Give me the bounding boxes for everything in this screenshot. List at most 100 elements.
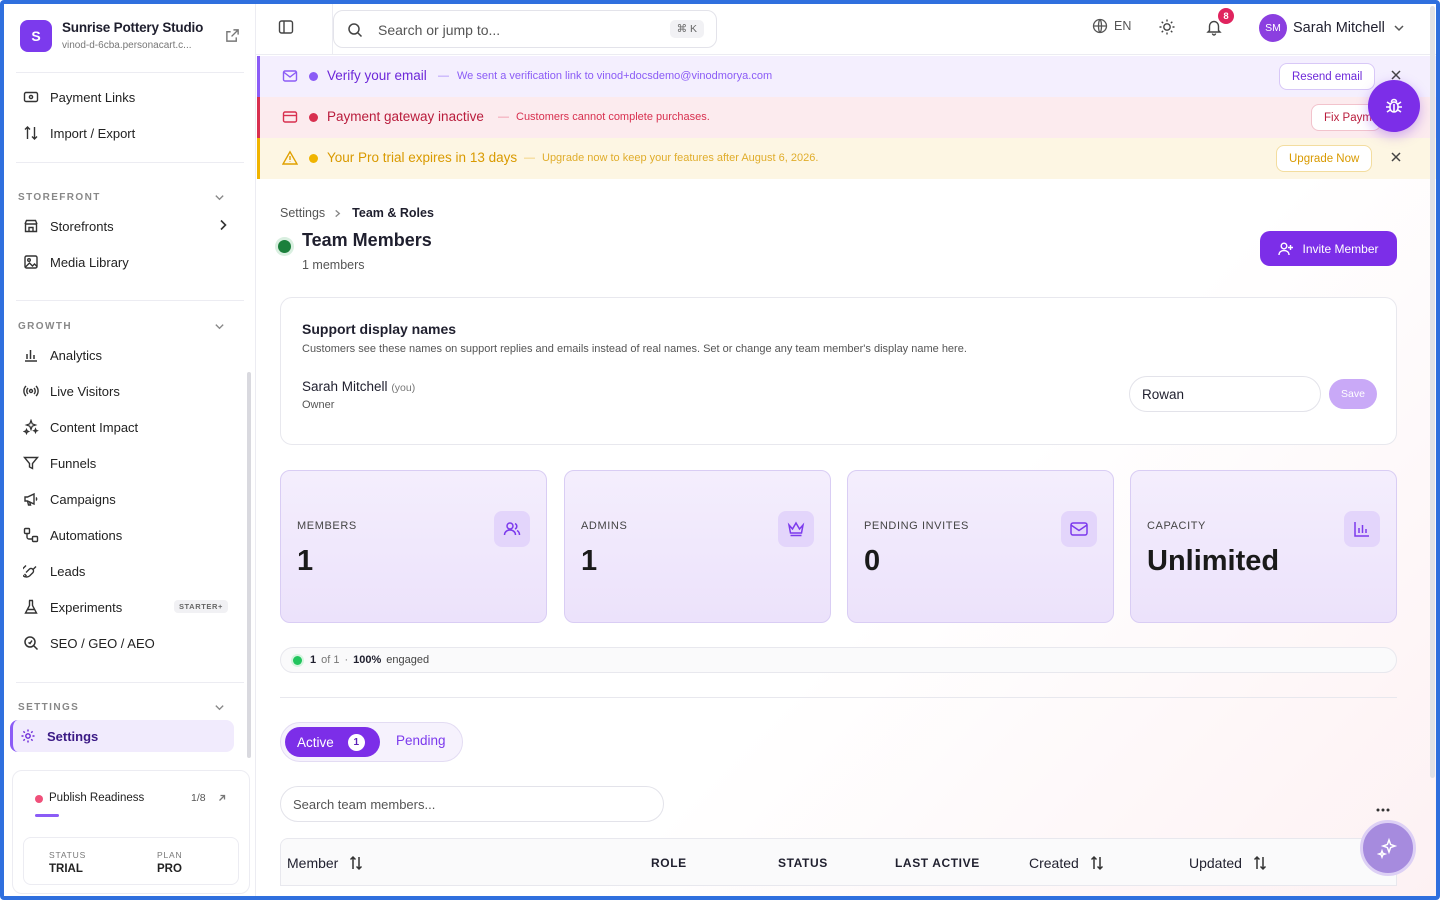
payment-link-icon bbox=[22, 88, 40, 106]
section-label-growth: GROWTH bbox=[18, 321, 72, 332]
column-role[interactable]: ROLE bbox=[651, 856, 687, 870]
publish-title: Publish Readiness bbox=[49, 792, 145, 804]
stat-label: CAPACITY bbox=[1147, 520, 1206, 532]
sparkles-icon bbox=[22, 418, 40, 436]
sidebar-item-label: Analytics bbox=[50, 347, 103, 363]
search-icon bbox=[22, 634, 40, 652]
sidebar-item-experiments[interactable]: Experiments STARTER+ bbox=[16, 591, 240, 623]
banner-title: Payment gateway inactive bbox=[327, 109, 484, 124]
stat-label: MEMBERS bbox=[297, 520, 357, 532]
banner-dash: — bbox=[498, 111, 509, 123]
brand-name: Sunrise Pottery Studio bbox=[62, 20, 204, 35]
chevron-down-icon[interactable] bbox=[214, 321, 225, 332]
sidebar-scrollbar[interactable] bbox=[247, 372, 251, 758]
column-created[interactable]: Created bbox=[1029, 855, 1105, 871]
engaged-label: engaged bbox=[386, 654, 430, 666]
tab-active[interactable]: Active 1 bbox=[285, 727, 380, 757]
display-names-card: Support display names Customers see thes… bbox=[280, 297, 1397, 445]
chevron-down-icon[interactable] bbox=[214, 702, 225, 713]
arrow-up-right-icon[interactable] bbox=[217, 793, 227, 803]
magnet-icon bbox=[22, 562, 40, 580]
bar-chart-icon bbox=[1344, 511, 1380, 547]
stat-value: 0 bbox=[864, 545, 881, 577]
sidebar-item-storefronts[interactable]: Storefronts bbox=[16, 210, 240, 242]
banner-dash: — bbox=[438, 70, 449, 82]
chevron-right-icon bbox=[335, 209, 341, 217]
close-icon[interactable] bbox=[1390, 151, 1402, 163]
sidebar-item-automations[interactable]: Automations bbox=[16, 519, 240, 551]
more-options-icon[interactable] bbox=[1375, 807, 1391, 813]
sidebar-item-content-impact[interactable]: Content Impact bbox=[16, 411, 240, 443]
ai-assistant-button[interactable] bbox=[1360, 820, 1416, 876]
global-search[interactable]: Search or jump to... ⌘ K bbox=[333, 10, 717, 48]
stat-label: ADMINS bbox=[581, 520, 628, 532]
sidebar-item-seo[interactable]: SEO / GEO / AEO bbox=[16, 627, 240, 659]
sidebar-item-live-visitors[interactable]: Live Visitors bbox=[16, 375, 240, 407]
sidebar-item-import-export[interactable]: Import / Export bbox=[16, 117, 240, 149]
sidebar-item-label: Storefronts bbox=[50, 218, 114, 234]
broadcast-icon bbox=[22, 382, 40, 400]
sidebar-toggle-icon[interactable] bbox=[278, 19, 294, 35]
language-selector[interactable]: EN bbox=[1092, 18, 1131, 34]
column-status[interactable]: STATUS bbox=[778, 856, 828, 870]
sidebar-item-analytics[interactable]: Analytics bbox=[16, 339, 240, 371]
section-label-storefront: STOREFRONT bbox=[18, 192, 101, 203]
sidebar-item-label: Campaigns bbox=[50, 491, 116, 507]
tab-count: 1 bbox=[347, 733, 365, 751]
chevron-down-icon[interactable] bbox=[214, 192, 225, 203]
save-button[interactable]: Save bbox=[1329, 379, 1377, 409]
column-member[interactable]: Member bbox=[287, 855, 364, 871]
sidebar-item-payment-links[interactable]: Payment Links bbox=[16, 81, 240, 113]
engagement-summary: 1 of 1 · 100% engaged bbox=[280, 647, 1397, 673]
column-updated[interactable]: Updated bbox=[1189, 855, 1268, 871]
banner-text: Upgrade now to keep your features after … bbox=[542, 152, 819, 164]
invite-member-button[interactable]: Invite Member bbox=[1260, 231, 1397, 266]
brand[interactable]: S Sunrise Pottery Studio vinod-d-6cba.pe… bbox=[20, 18, 244, 60]
card-description: Customers see these names on support rep… bbox=[302, 343, 967, 355]
status-label: STATUS bbox=[49, 850, 87, 860]
divider bbox=[280, 697, 1397, 698]
sidebar-item-label: Leads bbox=[50, 563, 86, 579]
sidebar-item-label: Import / Export bbox=[50, 125, 136, 141]
stat-card-members: MEMBERS 1 bbox=[280, 470, 547, 623]
users-icon bbox=[494, 511, 530, 547]
sparkles-icon bbox=[1377, 837, 1398, 859]
member-name: Sarah Mitchell (you) bbox=[302, 379, 416, 394]
theme-toggle-sun-icon[interactable] bbox=[1158, 18, 1176, 36]
sort-icon bbox=[1090, 855, 1103, 871]
banner-text: Customers cannot complete purchases. bbox=[516, 111, 710, 123]
divider bbox=[16, 682, 244, 683]
upgrade-now-button[interactable]: Upgrade Now bbox=[1276, 145, 1373, 172]
keyboard-shortcut: ⌘ K bbox=[669, 20, 704, 38]
team-search-input[interactable]: Search team members... bbox=[280, 786, 664, 822]
sidebar-item-funnels[interactable]: Funnels bbox=[16, 447, 240, 479]
status-value: TRIAL bbox=[49, 863, 83, 875]
sidebar-item-settings[interactable]: Settings bbox=[10, 720, 234, 752]
column-last-active[interactable]: LAST ACTIVE bbox=[895, 856, 980, 870]
sidebar-item-label: Payment Links bbox=[50, 89, 136, 105]
add-user-icon bbox=[1278, 242, 1294, 255]
bug-report-button[interactable] bbox=[1368, 80, 1420, 132]
banner-text: We sent a verification link to vinod+doc… bbox=[457, 70, 773, 82]
workflow-icon bbox=[22, 526, 40, 544]
sidebar-item-label: Content Impact bbox=[50, 419, 139, 435]
sidebar-item-leads[interactable]: Leads bbox=[16, 555, 240, 587]
resend-email-button[interactable]: Resend email bbox=[1279, 63, 1376, 90]
tab-pending[interactable]: Pending bbox=[396, 733, 446, 748]
import-export-icon bbox=[22, 124, 40, 142]
publish-readiness-card[interactable]: Publish Readiness 1/8 STATUS TRIAL PLAN … bbox=[12, 770, 250, 894]
breadcrumb-parent[interactable]: Settings bbox=[280, 206, 325, 220]
sidebar-item-media-library[interactable]: Media Library bbox=[16, 246, 240, 278]
page-scrollbar[interactable] bbox=[1430, 6, 1435, 778]
external-link-icon[interactable] bbox=[225, 28, 240, 43]
sidebar-item-label: SEO / GEO / AEO bbox=[50, 635, 155, 651]
user-menu[interactable]: SM Sarah Mitchell bbox=[1259, 14, 1405, 42]
divider bbox=[16, 72, 244, 73]
banner-title: Verify your email bbox=[327, 68, 427, 83]
table-header: Member ROLE STATUS LAST ACTIVE Created U… bbox=[280, 838, 1397, 886]
breadcrumb-current: Team & Roles bbox=[352, 206, 434, 220]
sidebar-item-campaigns[interactable]: Campaigns bbox=[16, 483, 240, 515]
engaged-of: of 1 bbox=[321, 654, 340, 666]
stat-card-pending-invites: PENDING INVITES 0 bbox=[847, 470, 1114, 623]
display-name-input[interactable] bbox=[1129, 376, 1321, 412]
